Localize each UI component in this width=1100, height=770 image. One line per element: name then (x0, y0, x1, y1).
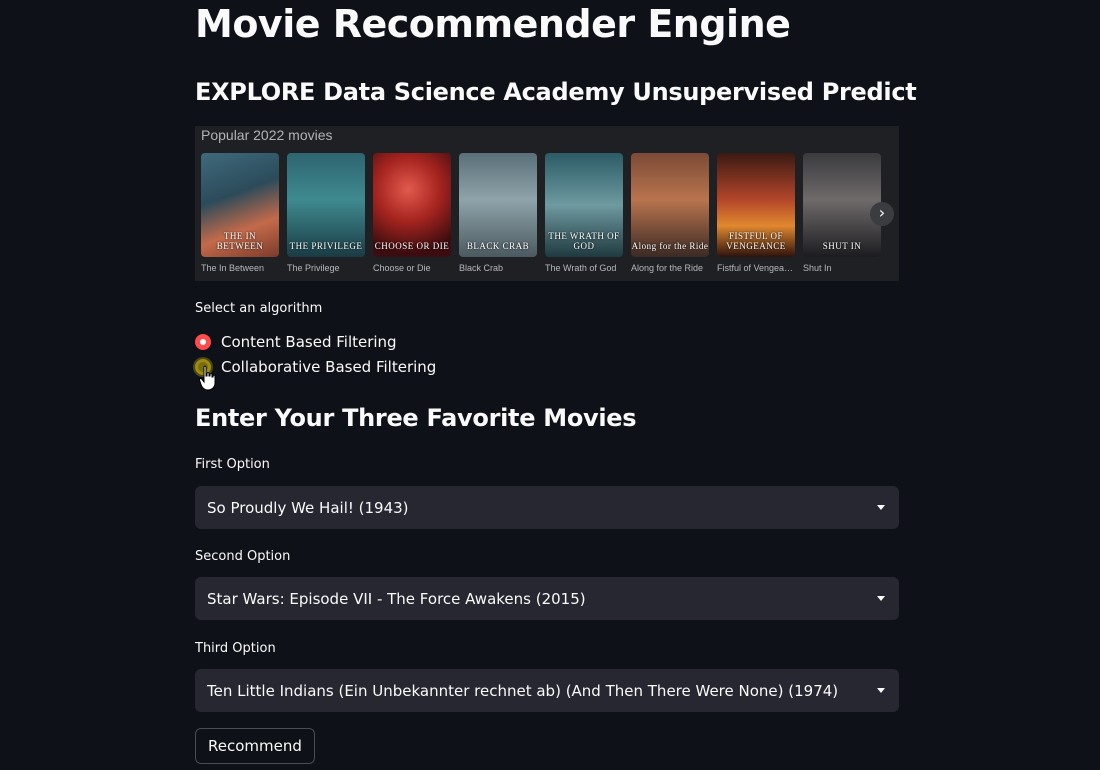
carousel-item[interactable]: CHOOSE OR DIE Choose or Die (373, 153, 451, 273)
poster-caption: Black Crab (459, 263, 504, 273)
carousel-item[interactable]: THE WRATH OF GOD The Wrath of God (545, 153, 623, 273)
algorithm-label: Select an algorithm (195, 301, 323, 316)
first-option-label: First Option (195, 457, 270, 472)
third-option-label: Third Option (195, 641, 276, 656)
chevron-down-icon (877, 505, 885, 510)
select-value: Star Wars: Episode VII - The Force Awake… (207, 589, 586, 608)
chevron-right-icon[interactable]: › (870, 202, 894, 226)
recommend-button[interactable]: Recommend (195, 728, 315, 764)
second-option-label: Second Option (195, 549, 291, 564)
carousel-item[interactable]: FISTFUL OF VENGEANCE Fistful of Vengea… (717, 153, 795, 273)
radio-checked-icon[interactable] (195, 334, 211, 350)
carousel-title: Popular 2022 movies (201, 127, 333, 143)
second-option-select[interactable]: Star Wars: Episode VII - The Force Awake… (195, 577, 899, 620)
poster-text: FISTFUL OF VENGEANCE (726, 231, 786, 251)
poster-text: THE WRATH OF GOD (548, 231, 620, 251)
page-title: Movie Recommender Engine (195, 2, 791, 46)
movie-poster[interactable]: SHUT IN (803, 153, 881, 257)
movie-carousel: Popular 2022 movies THE IN BETWEEN The I… (195, 126, 899, 281)
page-subtitle: EXPLORE Data Science Academy Unsupervise… (195, 78, 917, 106)
poster-text: THE PRIVILEGE (289, 241, 363, 251)
poster-caption: Fistful of Vengea… (717, 263, 794, 273)
poster-text: THE IN BETWEEN (216, 231, 264, 251)
chevron-down-icon (877, 596, 885, 601)
radio-content-based[interactable]: Content Based Filtering (195, 331, 397, 353)
poster-caption: The Wrath of God (545, 263, 617, 273)
poster-caption: The Privilege (287, 263, 340, 273)
movie-poster[interactable]: CHOOSE OR DIE (373, 153, 451, 257)
radio-collaborative-based[interactable]: Collaborative Based Filtering (195, 356, 436, 378)
movie-poster[interactable]: FISTFUL OF VENGEANCE (717, 153, 795, 257)
poster-caption: Shut In (803, 263, 832, 273)
carousel-item[interactable]: Along for the Ride Along for the Ride (631, 153, 709, 273)
poster-text: BLACK CRAB (466, 241, 530, 251)
poster-text: SHUT IN (822, 241, 862, 251)
movie-poster[interactable]: THE IN BETWEEN (201, 153, 279, 257)
select-value: Ten Little Indians (Ein Unbekannter rech… (207, 681, 839, 700)
poster-caption: Choose or Die (373, 263, 431, 273)
third-option-select[interactable]: Ten Little Indians (Ein Unbekannter rech… (195, 669, 899, 712)
select-value: So Proudly We Hail! (1943) (207, 498, 409, 517)
poster-text: CHOOSE OR DIE (374, 241, 450, 251)
hand-cursor-icon (199, 365, 216, 391)
poster-caption: Along for the Ride (631, 263, 704, 273)
chevron-down-icon (877, 688, 885, 693)
favorites-heading: Enter Your Three Favorite Movies (195, 404, 637, 432)
movie-poster[interactable]: THE WRATH OF GOD (545, 153, 623, 257)
movie-poster[interactable]: BLACK CRAB (459, 153, 537, 257)
first-option-select[interactable]: So Proudly We Hail! (1943) (195, 486, 899, 529)
movie-poster[interactable]: Along for the Ride (631, 153, 709, 257)
movie-poster[interactable]: THE PRIVILEGE (287, 153, 365, 257)
poster-caption: The In Between (201, 263, 265, 273)
radio-label: Content Based Filtering (221, 333, 397, 351)
poster-text: Along for the Ride (631, 241, 709, 251)
carousel-item[interactable]: THE IN BETWEEN The In Between (201, 153, 279, 273)
carousel-item[interactable]: BLACK CRAB Black Crab (459, 153, 537, 273)
radio-label: Collaborative Based Filtering (221, 358, 437, 376)
carousel-item[interactable]: THE PRIVILEGE The Privilege (287, 153, 365, 273)
